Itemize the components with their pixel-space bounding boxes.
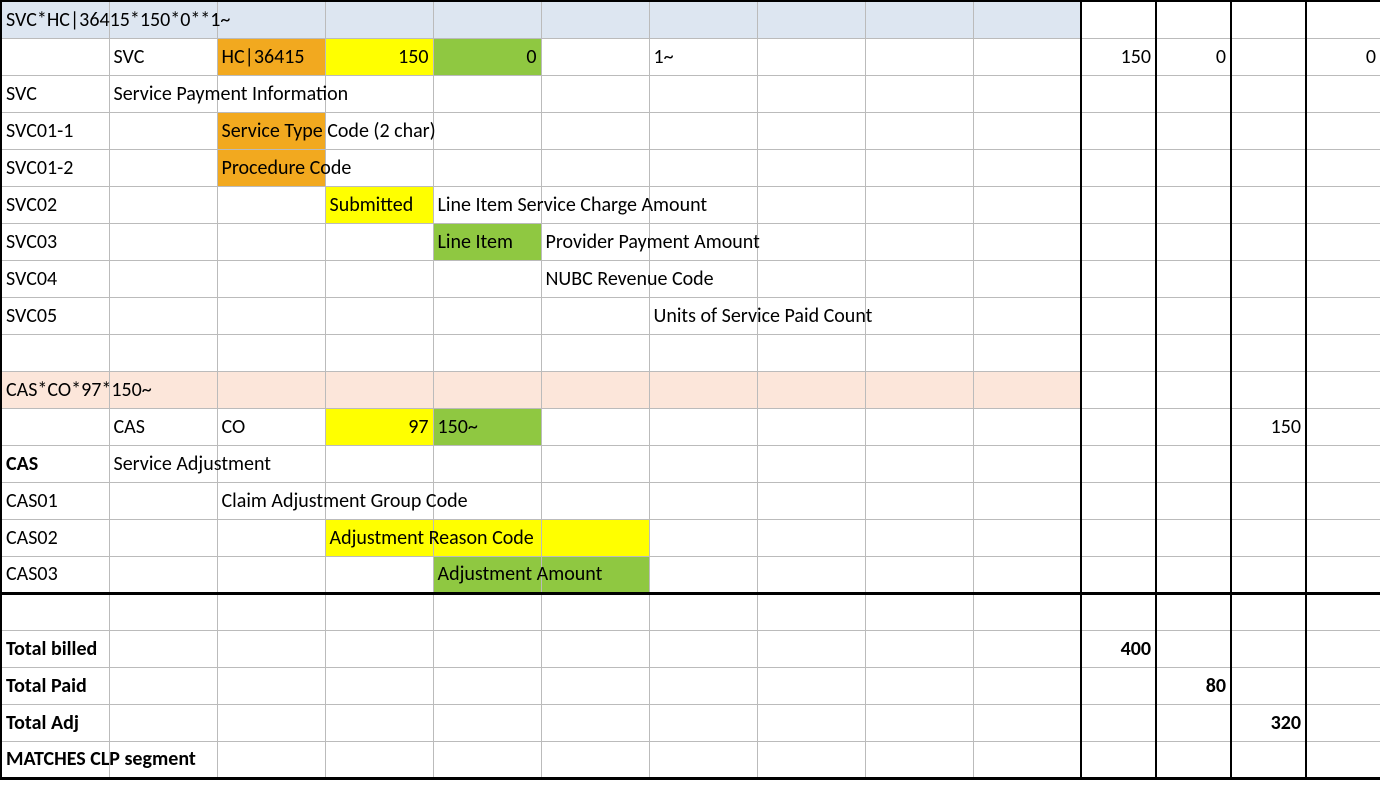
def-svc02-hl: Submitted: [325, 186, 433, 223]
def-cas02-label: CAS02: [1, 519, 109, 556]
def-cas01-desc: Claim Adjustment Group Code: [217, 482, 325, 519]
def-svc04-desc: NUBC Revenue Code: [541, 260, 649, 297]
def-svc04-label: SVC04: [1, 260, 109, 297]
edi-table: SVC*HC|36415*150*0**1~ SVC HC|36415 150 …: [0, 0, 1380, 780]
cas-seg: CAS: [109, 408, 217, 445]
cas-group-code: CO: [217, 408, 325, 445]
def-svc02-label: SVC02: [1, 186, 109, 223]
total-adj-value: 320: [1231, 704, 1306, 741]
total-adj-label: Total Adj: [1, 704, 109, 741]
total-paid-label: Total Paid: [1, 667, 109, 704]
matches-clp-label: MATCHES CLP segment: [1, 741, 109, 778]
def-cas03-label: CAS03: [1, 556, 109, 593]
def-svc05-label: SVC05: [1, 297, 109, 334]
total-billed-value: 400: [1081, 630, 1156, 667]
def-cas02-desc: Adjustment Reason Code: [325, 519, 433, 556]
svc-col-paid: 0: [1156, 38, 1231, 75]
def-svc02-desc: Line Item Service Charge Amount: [433, 186, 541, 223]
def-cas01-label: CAS01: [1, 482, 109, 519]
total-paid-value: 80: [1156, 667, 1231, 704]
svc-seg: SVC: [109, 38, 217, 75]
def-cas-desc: Service Adjustment: [109, 445, 217, 482]
def-svc03-label: SVC03: [1, 223, 109, 260]
svc-data-row: SVC HC|36415 150 0 1~ 150 0 0: [1, 38, 1380, 75]
def-svc012-label: SVC01-2: [1, 149, 109, 186]
svc-col-billed: 150: [1081, 38, 1156, 75]
def-svc-label: SVC: [1, 75, 109, 112]
svc-segment-header: SVC*HC|36415*150*0**1~: [1, 1, 109, 38]
def-svc03-hl: Line Item: [433, 223, 541, 260]
def-svc011-label: SVC01-1: [1, 112, 109, 149]
svc-col-adj: [1231, 38, 1306, 75]
svc-hc-code: HC|36415: [217, 38, 325, 75]
def-svc011-desc: Service Type Code (2 char): [217, 112, 325, 149]
cas-data-row: CAS CO 97 150~ 150: [1, 408, 1380, 445]
def-svc012-desc: Procedure Code: [217, 149, 325, 186]
def-cas-label: CAS: [1, 445, 109, 482]
svc-units: 1~: [649, 38, 757, 75]
cas-col-adj: 150: [1231, 408, 1306, 445]
svc-submitted-amount: 150: [325, 38, 433, 75]
cas-reason-code: 97: [325, 408, 433, 445]
cas-adj-amount: 150~: [433, 408, 541, 445]
def-svc05-desc: Units of Service Paid Count: [649, 297, 757, 334]
svc-paid-amount: 0: [433, 38, 541, 75]
cas-segment-header: CAS*CO*97*150~: [1, 371, 109, 408]
def-svc-desc: Service Payment Information: [109, 75, 217, 112]
def-cas03-desc: Adjustment Amount: [433, 556, 541, 593]
svc-col-last: 0: [1306, 38, 1380, 75]
def-svc03-desc: Provider Payment Amount: [541, 223, 649, 260]
total-billed-label: Total billed: [1, 630, 109, 667]
